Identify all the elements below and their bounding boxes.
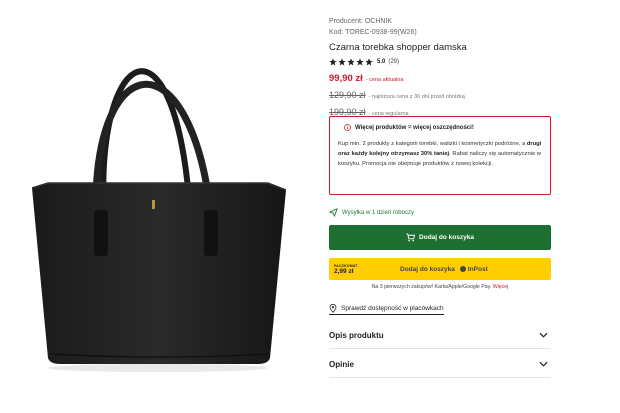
price-lowest: 129,90 zł xyxy=(329,90,366,100)
info-icon xyxy=(344,124,351,131)
rating[interactable]: 5.0 (29) xyxy=(329,57,551,67)
delivery-text: Wysyłka w 1 dzień roboczy xyxy=(342,209,414,216)
rating-value: 5.0 xyxy=(377,59,386,65)
send-icon xyxy=(329,208,338,217)
store-availability-link[interactable]: Sprawdź dostępność w placówkach xyxy=(329,304,444,315)
price-current-row: 99,90 zł - cena aktualna xyxy=(329,73,551,85)
location-pin-icon xyxy=(329,304,337,313)
inpost-logo-text: InPost xyxy=(467,265,488,273)
promo-heading-row: Więcej produktów = więcej oszczędności! xyxy=(338,124,542,131)
price-current: 99,90 zł xyxy=(329,73,363,84)
promo-heading: Więcej produktów = więcej oszczędności! xyxy=(355,124,474,131)
accordion-label: Opinie xyxy=(329,359,354,369)
add-to-cart-label: Dodaj do koszyka xyxy=(419,234,474,241)
product-code: Kod: TOREC-0938-99(W26) xyxy=(329,29,417,36)
pay-note: Na 3 pierwszych zakupów! Karta/Apple/Goo… xyxy=(329,284,551,290)
chevron-down-icon xyxy=(539,361,548,367)
producer-label: Producent: xyxy=(329,18,363,25)
inpost-dot-icon xyxy=(459,266,466,272)
price-lowest-row: 129,90 zł - najniższa cena z 30 dni prze… xyxy=(329,90,551,102)
star-icon xyxy=(347,58,355,66)
accordion-reviews[interactable]: Opinie xyxy=(329,351,551,378)
inpost-price-tag: PACZKOMAT 2,99 zł xyxy=(334,262,360,277)
delivery-info: Wysyłka w 1 dzień roboczy xyxy=(329,208,414,217)
cart-icon xyxy=(406,233,416,242)
star-icon xyxy=(338,58,346,66)
store-check-label: Sprawdź dostępność w placówkach xyxy=(341,305,444,312)
inpost-label: Dodaj do koszyka xyxy=(400,265,455,273)
product-image[interactable] xyxy=(18,18,298,398)
product-title: Czarna torebka shopper damska xyxy=(329,42,467,53)
promo-text-part1: Kup min. 2 produkty z kategorii torebki,… xyxy=(338,141,527,147)
product-info: Producent: OCHNIK Kod: TOREC-0938-99(W26… xyxy=(329,16,551,119)
rating-count: (29) xyxy=(388,59,400,65)
rating-stars xyxy=(329,58,373,66)
pay-note-more-link[interactable]: Więcej xyxy=(493,284,509,290)
price-lowest-label: - najniższa cena z 30 dni przed obniżką xyxy=(368,94,465,100)
accordion-label: Opis produktu xyxy=(329,330,384,340)
price-current-label: - cena aktualna xyxy=(365,77,404,83)
chevron-down-icon xyxy=(539,332,548,338)
promo-text: Kup min. 2 produkty z kategorii torebki,… xyxy=(338,139,542,169)
producer-name[interactable]: OCHNIK xyxy=(365,18,392,25)
add-to-cart-button[interactable]: Dodaj do koszyka xyxy=(329,225,551,250)
star-icon xyxy=(356,58,364,66)
inpost-tag-price: 2,99 zł xyxy=(334,267,354,275)
star-icon xyxy=(329,58,337,66)
handbag-illustration xyxy=(31,68,287,372)
accordion-product-description[interactable]: Opis produktu xyxy=(329,322,551,349)
pay-note-text: Na 3 pierwszych zakupów! Karta/Apple/Goo… xyxy=(371,284,492,290)
promo-box: Więcej produktów = więcej oszczędności! … xyxy=(329,116,551,195)
star-icon xyxy=(365,58,373,66)
inpost-logo: InPost xyxy=(459,265,488,273)
inpost-add-to-cart-button[interactable]: PACZKOMAT 2,99 zł Dodaj do koszyka InPos… xyxy=(329,258,551,280)
producer-line: Producent: OCHNIK xyxy=(329,16,551,27)
